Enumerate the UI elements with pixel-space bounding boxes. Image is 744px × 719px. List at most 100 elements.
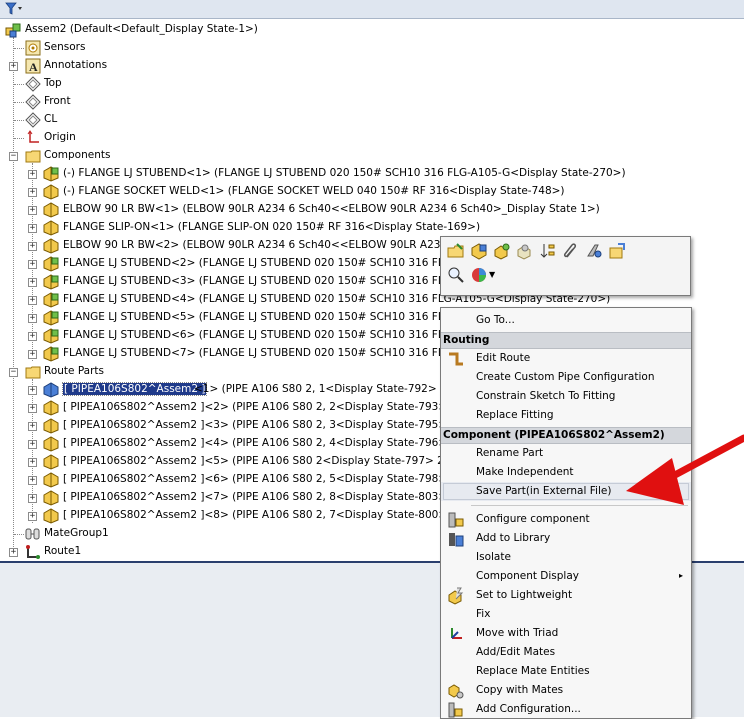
menu-item-add-configuration[interactable]: Add Configuration... bbox=[441, 700, 691, 718]
part-icon bbox=[43, 184, 59, 200]
folder-icon bbox=[25, 366, 41, 379]
sort-order-icon[interactable] bbox=[539, 242, 557, 260]
appearance-icon[interactable] bbox=[470, 266, 488, 284]
menu-item-create-custom-pipe-config[interactable]: Create Custom Pipe Configuration bbox=[441, 368, 691, 387]
zoom-to-selection-icon[interactable] bbox=[447, 266, 465, 284]
part-icon bbox=[43, 202, 59, 218]
part-icon bbox=[43, 238, 59, 254]
tree-item-origin[interactable]: Origin bbox=[0, 129, 744, 147]
tree-item-sensors[interactable]: Sensors bbox=[0, 39, 744, 57]
menu-item-replace-mate-entities[interactable]: Replace Mate Entities bbox=[441, 662, 691, 681]
menu-item-copy-with-mates[interactable]: Copy with Mates bbox=[441, 681, 691, 700]
red-arrow-annotation bbox=[626, 434, 744, 505]
change-transparency-icon[interactable] bbox=[516, 242, 534, 260]
part-icon bbox=[43, 310, 59, 326]
expand-icon[interactable]: + bbox=[9, 62, 18, 71]
add-configuration-icon bbox=[448, 702, 463, 718]
collapse-icon[interactable]: − bbox=[9, 152, 18, 161]
expand-icon[interactable]: + bbox=[28, 458, 37, 467]
tree-component-row[interactable]: + ELBOW 90 LR BW<1> (ELBOW 90LR A234 6 S… bbox=[0, 201, 744, 219]
edit-part-icon[interactable] bbox=[470, 242, 488, 260]
part-icon bbox=[43, 472, 59, 488]
expand-icon[interactable]: + bbox=[28, 314, 37, 323]
expand-icon[interactable]: + bbox=[28, 206, 37, 215]
expand-icon[interactable]: + bbox=[28, 170, 37, 179]
part-icon bbox=[43, 220, 59, 236]
menu-item-add-to-library[interactable]: Add to Library bbox=[441, 529, 691, 548]
expand-icon[interactable]: + bbox=[9, 548, 18, 557]
part-icon bbox=[43, 166, 59, 182]
context-toolbar: ▼ bbox=[440, 236, 691, 296]
plane-icon bbox=[25, 94, 41, 110]
collapse-icon[interactable]: − bbox=[9, 368, 18, 377]
menu-item-edit-route[interactable]: Edit Route bbox=[441, 349, 691, 368]
part-icon bbox=[43, 508, 59, 524]
part-icon bbox=[43, 274, 59, 290]
filter-icon[interactable] bbox=[3, 1, 25, 16]
menu-item-replace-fitting[interactable]: Replace Fitting bbox=[441, 406, 691, 425]
expand-icon[interactable]: + bbox=[28, 512, 37, 521]
tree-item-front-plane[interactable]: Front bbox=[0, 93, 744, 111]
part-icon bbox=[43, 418, 59, 434]
tree-item-components-folder[interactable]: − Components bbox=[0, 147, 744, 165]
triad-icon bbox=[451, 628, 462, 639]
configure-component-icon bbox=[448, 512, 464, 528]
expand-icon[interactable]: + bbox=[28, 440, 37, 449]
selected-route-part-label: [ PIPEA106S802^Assem2 ] bbox=[61, 382, 208, 396]
expand-icon[interactable]: + bbox=[28, 332, 37, 341]
paperclip-icon[interactable] bbox=[562, 242, 580, 260]
menu-item-isolate[interactable]: Isolate bbox=[441, 548, 691, 567]
tree-item-top-plane[interactable]: Top bbox=[0, 75, 744, 93]
part-icon bbox=[43, 328, 59, 344]
hide-components-icon[interactable] bbox=[493, 242, 511, 260]
expand-icon[interactable]: + bbox=[28, 476, 37, 485]
sensors-icon bbox=[25, 40, 41, 56]
expand-icon[interactable]: + bbox=[28, 350, 37, 359]
expand-icon[interactable]: + bbox=[28, 224, 37, 233]
tree-component-row[interactable]: + (-) FLANGE LJ STUBEND<1> (FLANGE LJ ST… bbox=[0, 165, 744, 183]
part-icon bbox=[43, 490, 59, 506]
part-icon bbox=[43, 256, 59, 272]
appearance-dropdown-icon[interactable]: ▼ bbox=[489, 270, 495, 279]
copy-with-mates-icon bbox=[448, 684, 464, 699]
menu-item-move-with-triad[interactable]: Move with Triad bbox=[441, 624, 691, 643]
mate-group-icon bbox=[25, 528, 40, 540]
lightweight-icon bbox=[448, 587, 464, 605]
tree-component-row[interactable]: + FLANGE SLIP-ON<1> (FLANGE SLIP-ON 020 … bbox=[0, 219, 744, 237]
annotations-icon: A bbox=[25, 58, 41, 74]
assembly-icon bbox=[5, 23, 21, 38]
menu-item-add-edit-mates[interactable]: Add/Edit Mates bbox=[441, 643, 691, 662]
part-icon bbox=[43, 454, 59, 470]
tree-component-row[interactable]: + (-) FLANGE SOCKET WELD<1> (FLANGE SOCK… bbox=[0, 183, 744, 201]
expand-icon[interactable]: + bbox=[28, 404, 37, 413]
menu-item-fix[interactable]: Fix bbox=[441, 605, 691, 624]
menu-section-routing: Routing bbox=[441, 332, 691, 349]
expand-icon[interactable]: + bbox=[28, 494, 37, 503]
origin-icon bbox=[27, 130, 39, 143]
expand-icon[interactable]: + bbox=[28, 188, 37, 197]
edit-route-icon bbox=[449, 352, 463, 366]
menu-item-constrain-sketch[interactable]: Constrain Sketch To Fitting bbox=[441, 387, 691, 406]
component-properties-icon[interactable] bbox=[608, 242, 626, 260]
expand-icon[interactable]: + bbox=[28, 422, 37, 431]
plane-icon bbox=[25, 76, 41, 92]
add-to-library-icon bbox=[449, 533, 464, 547]
part-icon bbox=[43, 346, 59, 362]
expand-icon[interactable]: + bbox=[28, 242, 37, 251]
expand-icon[interactable]: + bbox=[28, 386, 37, 395]
route-icon bbox=[26, 545, 40, 559]
tree-item-annotations[interactable]: + A Annotations bbox=[0, 57, 744, 75]
menu-item-set-to-lightweight[interactable]: Set to Lightweight bbox=[441, 586, 691, 605]
menu-item-goto[interactable]: Go To... bbox=[441, 311, 691, 330]
expand-icon[interactable]: + bbox=[28, 296, 37, 305]
pipe-part-icon bbox=[43, 382, 59, 398]
part-icon bbox=[43, 436, 59, 452]
tree-root[interactable]: Assem2 (Default<Default_Display State-1>… bbox=[0, 21, 744, 39]
submenu-arrow-icon: ▸ bbox=[678, 571, 683, 580]
expand-icon[interactable]: + bbox=[28, 278, 37, 287]
expand-icon[interactable]: + bbox=[28, 260, 37, 269]
smart-fasteners-icon[interactable] bbox=[585, 242, 603, 260]
tree-item-cl-plane[interactable]: CL bbox=[0, 111, 744, 129]
open-part-icon[interactable] bbox=[447, 242, 465, 260]
menu-item-component-display[interactable]: Component Display ▸ bbox=[441, 567, 691, 586]
